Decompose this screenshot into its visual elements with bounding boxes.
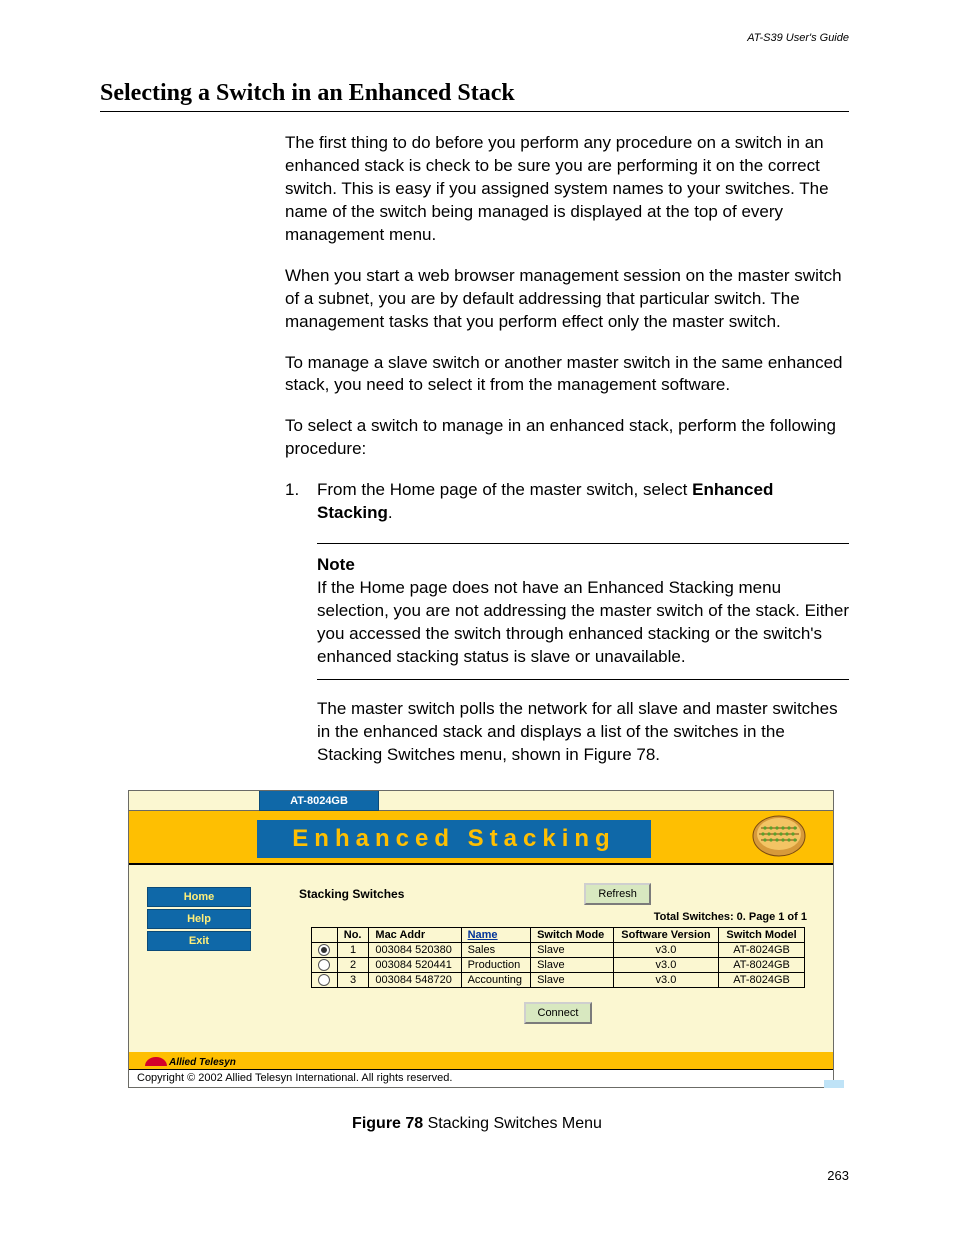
page-number: 263 bbox=[827, 1168, 849, 1183]
refresh-button[interactable]: Refresh bbox=[584, 883, 651, 905]
brand-text: Allied Telesyn bbox=[169, 1057, 236, 1068]
row1-no: 1 bbox=[337, 943, 369, 958]
figure-caption: Figure 78 Stacking Switches Menu bbox=[0, 1115, 954, 1133]
row2-mode: Slave bbox=[531, 958, 614, 973]
row3-no: 3 bbox=[337, 973, 369, 988]
row2-no: 2 bbox=[337, 958, 369, 973]
copyright-text: Copyright © 2002 Allied Telesyn Internat… bbox=[129, 1070, 833, 1084]
page-corner-decoration bbox=[824, 1080, 844, 1088]
title-bar: Enhanced Stacking bbox=[129, 811, 833, 865]
radio-unselected-icon[interactable] bbox=[318, 959, 330, 971]
device-icon bbox=[751, 813, 807, 864]
col-select bbox=[312, 928, 338, 943]
screenshot-footer: Allied Telesyn Copyright © 2002 Allied T… bbox=[129, 1052, 833, 1087]
radio-selected-icon[interactable] bbox=[318, 944, 330, 956]
row3-mode: Slave bbox=[531, 973, 614, 988]
table-row: 2 003084 520441 Production Slave v3.0 AT… bbox=[312, 958, 805, 973]
screenshot-top-right bbox=[379, 791, 833, 811]
note-block: Note If the Home page does not have an E… bbox=[317, 543, 849, 680]
row1-mode: Slave bbox=[531, 943, 614, 958]
figure-text: Stacking Switches Menu bbox=[423, 1115, 602, 1132]
after-note-paragraph: The master switch polls the network for … bbox=[317, 698, 849, 767]
row1-radio[interactable] bbox=[312, 943, 338, 958]
step-1-number: 1. bbox=[285, 479, 303, 525]
figure-label: Figure 78 bbox=[352, 1115, 423, 1132]
step-1: 1. From the Home page of the master swit… bbox=[285, 479, 849, 525]
table-row: 1 003084 520380 Sales Slave v3.0 AT-8024… bbox=[312, 943, 805, 958]
table-row: 3 003084 548720 Accounting Slave v3.0 AT… bbox=[312, 973, 805, 988]
content-area: Stacking Switches Refresh Total Switches… bbox=[259, 865, 833, 1051]
row2-mac: 003084 520441 bbox=[369, 958, 461, 973]
col-no: No. bbox=[337, 928, 369, 943]
screenshot-body: Home Help Exit Stacking Switches Refresh… bbox=[129, 865, 833, 1051]
col-version: Software Version bbox=[613, 928, 718, 943]
screenshot-top-left bbox=[129, 791, 259, 811]
note-body: If the Home page does not have an Enhanc… bbox=[317, 577, 849, 669]
section-title: Selecting a Switch in an Enhanced Stack bbox=[100, 80, 849, 112]
row3-ver: v3.0 bbox=[613, 973, 718, 988]
paragraph-3: To manage a slave switch or another mast… bbox=[285, 352, 849, 398]
step-1-post: . bbox=[388, 503, 393, 522]
totals-label: Total Switches: 0. Page 1 of 1 bbox=[299, 911, 807, 923]
page-title-box: Enhanced Stacking bbox=[257, 820, 651, 858]
col-name-link[interactable]: Name bbox=[468, 929, 498, 941]
sidebar: Home Help Exit bbox=[129, 865, 259, 1051]
row3-model: AT-8024GB bbox=[719, 973, 805, 988]
sidebar-help-button[interactable]: Help bbox=[147, 909, 251, 929]
paragraph-4: To select a switch to manage in an enhan… bbox=[285, 415, 849, 461]
row3-mac: 003084 548720 bbox=[369, 973, 461, 988]
row3-name: Accounting bbox=[461, 973, 530, 988]
connect-button[interactable]: Connect bbox=[524, 1002, 593, 1024]
col-name[interactable]: Name bbox=[461, 928, 530, 943]
screenshot-top-strip: AT-8024GB bbox=[129, 791, 833, 811]
paragraph-1: The first thing to do before you perform… bbox=[285, 132, 849, 247]
col-model: Switch Model bbox=[719, 928, 805, 943]
row1-name: Sales bbox=[461, 943, 530, 958]
stacking-switches-label: Stacking Switches bbox=[299, 887, 404, 901]
model-label: AT-8024GB bbox=[259, 791, 379, 811]
screenshot-panel: AT-8024GB Enhanced Stacking bbox=[128, 790, 834, 1088]
row2-model: AT-8024GB bbox=[719, 958, 805, 973]
sidebar-exit-button[interactable]: Exit bbox=[147, 931, 251, 951]
row2-name: Production bbox=[461, 958, 530, 973]
radio-unselected-icon[interactable] bbox=[318, 974, 330, 986]
row2-radio[interactable] bbox=[312, 958, 338, 973]
row1-mac: 003084 520380 bbox=[369, 943, 461, 958]
brand-logo: Allied Telesyn bbox=[145, 1057, 236, 1068]
col-mac: Mac Addr bbox=[369, 928, 461, 943]
table-header-row: No. Mac Addr Name Switch Mode Software V… bbox=[312, 928, 805, 943]
row1-model: AT-8024GB bbox=[719, 943, 805, 958]
row2-ver: v3.0 bbox=[613, 958, 718, 973]
col-mode: Switch Mode bbox=[531, 928, 614, 943]
connect-row: Connect bbox=[299, 1002, 817, 1024]
running-head: AT-S39 User's Guide bbox=[747, 32, 849, 44]
step-1-pre: From the Home page of the master switch,… bbox=[317, 480, 692, 499]
paragraph-2: When you start a web browser management … bbox=[285, 265, 849, 334]
note-heading: Note bbox=[317, 554, 849, 577]
row3-radio[interactable] bbox=[312, 973, 338, 988]
sidebar-home-button[interactable]: Home bbox=[147, 887, 251, 907]
step-1-body: From the Home page of the master switch,… bbox=[317, 479, 849, 525]
swoosh-icon bbox=[145, 1057, 167, 1066]
stacking-switches-table: No. Mac Addr Name Switch Mode Software V… bbox=[311, 927, 805, 988]
row1-ver: v3.0 bbox=[613, 943, 718, 958]
body-column: The first thing to do before you perform… bbox=[285, 132, 849, 767]
